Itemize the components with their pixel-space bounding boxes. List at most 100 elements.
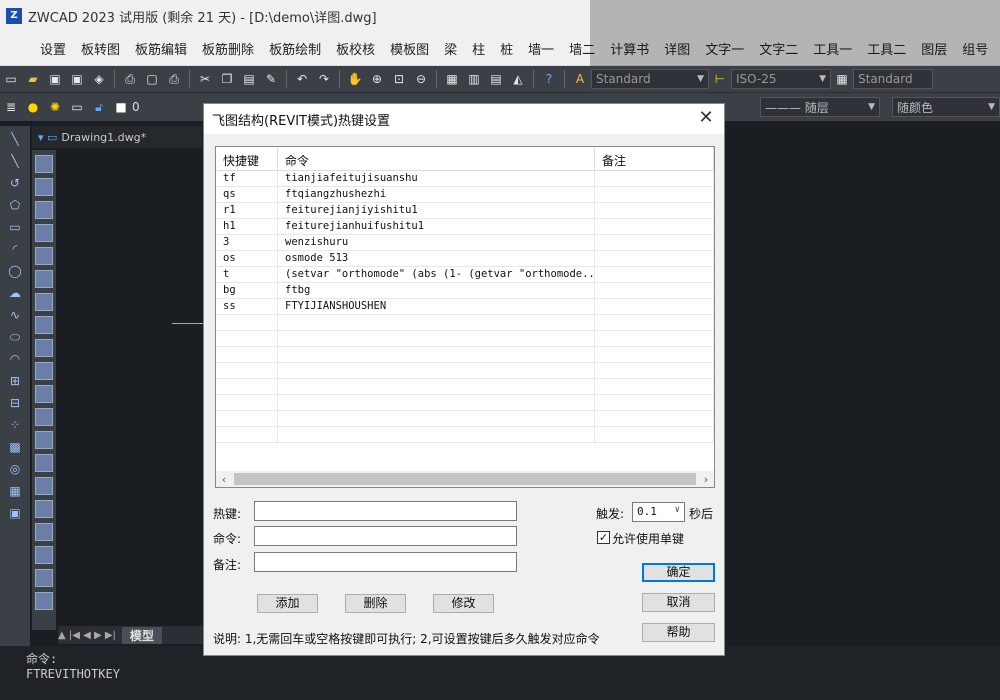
menu-item[interactable]: 文字一 xyxy=(705,39,744,58)
zoom-previous-icon[interactable]: ⊖ xyxy=(413,71,429,87)
arc-icon[interactable]: ◜ xyxy=(6,240,24,258)
command-input[interactable] xyxy=(254,526,517,546)
mtext-icon[interactable]: ▣ xyxy=(6,504,24,522)
spline-icon[interactable]: ∿ xyxy=(6,306,24,324)
menu-item[interactable]: 板校核 xyxy=(336,39,375,58)
tool-palette-icon[interactable]: ▤ xyxy=(488,71,504,87)
cut-icon[interactable]: ✂ xyxy=(197,71,213,87)
preview-icon[interactable]: ▢ xyxy=(144,71,160,87)
menu-item[interactable]: 梁 xyxy=(444,39,457,58)
menu-item[interactable]: 详图 xyxy=(664,39,690,58)
menu-item[interactable]: 组号 xyxy=(962,39,988,58)
new-icon[interactable]: ▭ xyxy=(3,71,19,87)
scroll-thumb[interactable] xyxy=(234,473,696,485)
menu-item[interactable]: 模板图 xyxy=(390,39,429,58)
menu-item[interactable]: 板筋绘制 xyxy=(269,39,321,58)
pan-icon[interactable]: ✋ xyxy=(347,71,363,87)
point-icon[interactable]: ⁘ xyxy=(6,416,24,434)
list-row[interactable]: qs ftqiangzhushezhi xyxy=(216,187,714,203)
structure-tool-icon[interactable] xyxy=(35,339,53,357)
list-row[interactable]: os osmode 513 xyxy=(216,251,714,267)
structure-tool-icon[interactable] xyxy=(35,592,53,610)
menu-item[interactable]: 板转图 xyxy=(81,39,120,58)
properties-icon[interactable]: ▦ xyxy=(444,71,460,87)
note-input[interactable] xyxy=(254,552,517,572)
region-icon[interactable]: ◎ xyxy=(6,460,24,478)
list-row[interactable] xyxy=(216,379,714,395)
menu-item[interactable]: 墙二 xyxy=(569,39,595,58)
column-header-command[interactable]: 命令 xyxy=(278,147,595,170)
dim-style-select[interactable]: ISO-25 ▼ xyxy=(731,69,831,89)
menu-item[interactable]: 板筋编辑 xyxy=(135,39,187,58)
polyline-icon[interactable]: ↺ xyxy=(6,174,24,192)
list-row[interactable]: t (setvar "orthomode" (abs (1- (getvar "o… xyxy=(216,267,714,283)
unlock-icon[interactable]: 🔓︎ xyxy=(91,99,107,115)
linetype-select[interactable]: ——— 随层 ▼ xyxy=(760,97,880,117)
copy-icon[interactable]: ❐ xyxy=(219,71,235,87)
menu-item[interactable]: 设置 xyxy=(40,39,66,58)
save-icon[interactable]: ▣ xyxy=(47,71,63,87)
add-button[interactable]: 添加 xyxy=(257,594,318,613)
cloud-icon[interactable]: ☁︎ xyxy=(6,284,24,302)
table-icon[interactable]: ▦ xyxy=(6,482,24,500)
list-row[interactable] xyxy=(216,315,714,331)
insert-block-icon[interactable]: ⊞ xyxy=(6,372,24,390)
structure-tool-icon[interactable] xyxy=(35,500,53,518)
list-row[interactable]: 3 wenzishuru xyxy=(216,235,714,251)
delete-button[interactable]: 删除 xyxy=(345,594,406,613)
help-icon[interactable]: ? xyxy=(541,71,557,87)
horizontal-scrollbar[interactable]: ‹ › xyxy=(216,471,714,487)
structure-tool-icon[interactable] xyxy=(35,316,53,334)
column-header-note[interactable]: 备注 xyxy=(595,147,714,170)
markup-icon[interactable]: ◭ xyxy=(510,71,526,87)
rectangle-icon[interactable]: ▭ xyxy=(6,218,24,236)
design-center-icon[interactable]: ▥ xyxy=(466,71,482,87)
structure-tool-icon[interactable] xyxy=(35,546,53,564)
structure-tool-icon[interactable] xyxy=(35,224,53,242)
structure-tool-icon[interactable] xyxy=(35,201,53,219)
menu-item[interactable]: 工具一 xyxy=(813,39,852,58)
menu-item[interactable]: 板筋删除 xyxy=(202,39,254,58)
structure-tool-icon[interactable] xyxy=(35,247,53,265)
lightbulb-icon[interactable]: ● xyxy=(25,99,41,115)
print-icon[interactable]: ⎙ xyxy=(122,71,138,87)
list-row[interactable] xyxy=(216,427,714,443)
list-row[interactable]: tf tianjiafeitujisuanshu xyxy=(216,171,714,187)
column-header-key[interactable]: 快捷键 xyxy=(216,147,278,170)
ellipse-arc-icon[interactable]: ◠ xyxy=(6,350,24,368)
structure-tool-icon[interactable] xyxy=(35,408,53,426)
menu-item[interactable]: 工具二 xyxy=(867,39,906,58)
list-row[interactable] xyxy=(216,347,714,363)
list-row[interactable] xyxy=(216,363,714,379)
ellipse-icon[interactable]: ⬭ xyxy=(6,328,24,346)
menu-item[interactable]: 柱 xyxy=(472,39,485,58)
layer-manager-icon[interactable]: ≣ xyxy=(3,99,19,115)
tab-model[interactable]: 模型 xyxy=(121,626,162,644)
structure-tool-icon[interactable] xyxy=(35,178,53,196)
layers-icon[interactable]: ◈ xyxy=(91,71,107,87)
make-block-icon[interactable]: ⊟ xyxy=(6,394,24,412)
modify-button[interactable]: 修改 xyxy=(433,594,494,613)
circle-icon[interactable]: ◯ xyxy=(6,262,24,280)
cancel-button[interactable]: 取消 xyxy=(642,593,715,612)
ok-button[interactable]: 确定 xyxy=(642,563,715,582)
sun-icon[interactable]: ✺ xyxy=(47,99,63,115)
list-row[interactable] xyxy=(216,411,714,427)
paste-icon[interactable]: ▤ xyxy=(241,71,257,87)
close-icon[interactable]: ✕ xyxy=(696,108,716,128)
scroll-arrows-icon[interactable]: ▲ |◀ ◀ ▶ ▶| xyxy=(58,630,116,641)
hatch-icon[interactable]: ▩ xyxy=(6,438,24,456)
redo-icon[interactable]: ↷ xyxy=(316,71,332,87)
menu-item[interactable]: 图层 xyxy=(921,39,947,58)
structure-tool-icon[interactable] xyxy=(35,385,53,403)
hotkey-input[interactable] xyxy=(254,501,517,521)
hotkey-list[interactable]: 快捷键 命令 备注 tf tianjiafeitujisuanshu qs ftqia… xyxy=(215,146,715,488)
list-row[interactable]: ss FTYIJIANSHOUSHEN xyxy=(216,299,714,315)
color-select[interactable]: 随颜色 ▼ xyxy=(892,97,1000,117)
zoom-realtime-icon[interactable]: ⊕ xyxy=(369,71,385,87)
menu-item[interactable]: 桩 xyxy=(500,39,513,58)
structure-tool-icon[interactable] xyxy=(35,155,53,173)
menu-item[interactable]: 文字二 xyxy=(759,39,798,58)
scroll-left-icon[interactable]: ‹ xyxy=(216,473,232,486)
structure-tool-icon[interactable] xyxy=(35,362,53,380)
